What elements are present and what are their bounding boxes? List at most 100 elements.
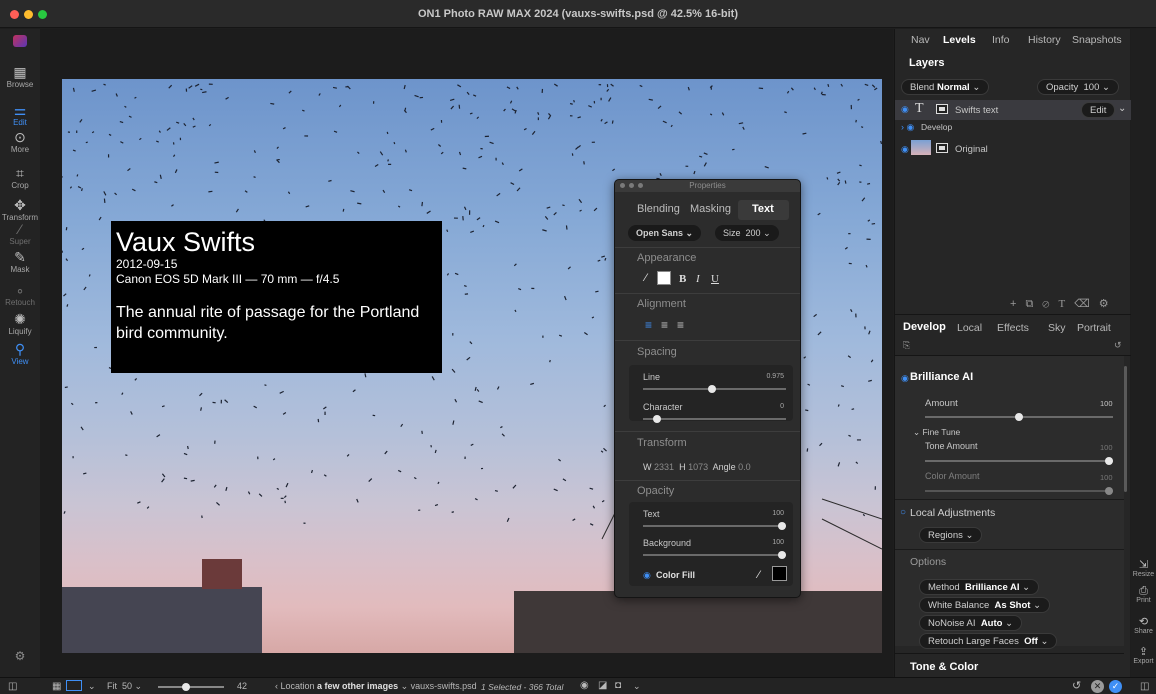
tab-develop[interactable]: Develop xyxy=(903,321,946,333)
mask-layer-icon[interactable]: ⊘ xyxy=(1042,298,1058,310)
text-opacity-knob[interactable] xyxy=(778,522,786,530)
font-dropdown[interactable]: Open Sans ⌄ xyxy=(628,225,702,241)
undo-icon[interactable]: ↺ xyxy=(1072,679,1081,692)
fill-color-swatch[interactable] xyxy=(772,566,787,581)
output-resize-button[interactable]: ⇲ Resize xyxy=(1131,559,1156,578)
regions-dropdown[interactable]: Regions ⌄ xyxy=(919,527,983,543)
view-mode-chevron-icon[interactable]: ⌄ xyxy=(88,681,96,692)
nonoise-dropdown[interactable]: NoNoise AI Auto ⌄ xyxy=(919,615,1023,631)
align-right-icon[interactable]: ≡ xyxy=(677,318,684,332)
retouch-faces-dropdown[interactable]: Retouch Large Faces Off ⌄ xyxy=(919,633,1058,649)
tone-amount-knob[interactable] xyxy=(1105,457,1113,465)
tab-local[interactable]: Local xyxy=(957,322,982,334)
plugin-icon[interactable]: ⚙ xyxy=(0,649,40,663)
tool-view[interactable]: ⚲ View xyxy=(0,342,40,367)
mask-view-icon[interactable]: ◘ xyxy=(615,680,621,691)
tool-more[interactable]: ⊙ More xyxy=(0,130,40,155)
cancel-icon[interactable]: ✕ xyxy=(1091,680,1104,693)
eyedropper-icon[interactable]: ⁄ xyxy=(645,272,647,284)
fill-eyedropper-icon[interactable]: ⁄ xyxy=(758,569,760,581)
output-export-button[interactable]: ⇪ Export xyxy=(1131,646,1156,665)
color-amount-slider[interactable] xyxy=(925,487,1113,495)
properties-panel[interactable]: Properties Blending Masking Text Open Sa… xyxy=(614,179,801,598)
output-print-button[interactable]: ⎙ Print xyxy=(1131,585,1156,604)
layer-edit-button[interactable]: Edit xyxy=(1081,102,1116,118)
copy-layer-icon[interactable]: ⧉ xyxy=(1025,298,1042,310)
blend-dropdown[interactable]: Blend Normal ⌄ xyxy=(901,79,990,95)
color-fill-radio-icon[interactable]: ◉ xyxy=(643,570,651,581)
properties-header[interactable]: Properties xyxy=(615,180,800,192)
background-opacity-knob[interactable] xyxy=(778,551,786,559)
color-amount-knob[interactable] xyxy=(1105,487,1113,495)
compare-icon[interactable]: ◪ xyxy=(598,680,607,691)
line-slider-knob[interactable] xyxy=(707,385,716,393)
tool-super[interactable]: ⁄ Super xyxy=(0,222,40,247)
text-color-swatch[interactable] xyxy=(657,271,671,285)
fit-dropdown[interactable]: Fit 50 ⌄ xyxy=(107,681,142,692)
single-view-icon[interactable] xyxy=(66,680,82,691)
size-dropdown[interactable]: Size 200 ⌄ xyxy=(715,225,779,241)
text-overlay[interactable]: Vaux Swifts 2012-09-15 Canon EOS 5D Mark… xyxy=(111,221,442,373)
layer-row-original[interactable]: ◉ Original xyxy=(895,138,1131,160)
tab-levels[interactable]: Levels xyxy=(943,34,976,46)
add-text-icon[interactable]: T xyxy=(1058,298,1074,310)
tool-retouch[interactable]: ∘ Retouch xyxy=(0,283,40,308)
layer-row-text[interactable]: ◉ T Swifts text Edit ⌄ xyxy=(895,100,1131,120)
fine-tune-toggle[interactable]: ⌄ Fine Tune xyxy=(913,427,960,438)
tab-snapshots[interactable]: Snapshots xyxy=(1072,34,1122,46)
tool-edit[interactable]: ⚌ Edit xyxy=(0,103,40,128)
tab-text[interactable]: Text xyxy=(752,203,774,215)
preview-eye-icon[interactable]: ◉ xyxy=(580,680,589,691)
preset-icon[interactable]: ⎘ xyxy=(903,340,910,351)
tool-liquify[interactable]: ✺ Liquify xyxy=(0,312,40,337)
tab-effects[interactable]: Effects xyxy=(997,322,1029,334)
thumbnail-size-knob[interactable] xyxy=(181,683,190,691)
mask-view-chevron-icon[interactable]: ⌄ xyxy=(633,681,641,692)
text-opacity-slider[interactable] xyxy=(643,522,786,530)
panel-toggle-icon[interactable]: ◫ xyxy=(8,681,17,692)
layer-row-develop[interactable]: › ◉ Develop xyxy=(895,121,1131,136)
grid-view-icon[interactable]: ▦ xyxy=(52,681,61,692)
right-panel-toggle-icon[interactable]: ◫ xyxy=(1140,681,1149,692)
chevron-down-icon[interactable]: ⌄ xyxy=(1118,103,1126,114)
visibility-icon[interactable]: ◉ xyxy=(901,104,909,115)
layer-menu-icon[interactable]: ⚙ xyxy=(1099,298,1118,310)
align-left-icon[interactable]: ≡ xyxy=(645,318,652,332)
tool-transform[interactable]: ✥ Transform xyxy=(0,198,40,223)
output-share-button[interactable]: ⟲ Share xyxy=(1131,616,1156,635)
method-dropdown[interactable]: Method Brilliance AI ⌄ xyxy=(919,579,1040,595)
amount-slider[interactable] xyxy=(925,413,1113,421)
thumbnail-size-slider[interactable] xyxy=(158,683,224,691)
tab-portrait[interactable]: Portrait xyxy=(1077,322,1111,334)
line-slider[interactable] xyxy=(643,385,786,393)
character-slider-knob[interactable] xyxy=(653,415,662,423)
location-breadcrumb[interactable]: ‹ Location a few other images ⌄ vauxs-sw… xyxy=(275,681,477,692)
tone-amount-slider[interactable] xyxy=(925,457,1113,465)
tone-color-title[interactable]: Tone & Color xyxy=(910,661,978,673)
brilliance-toggle-icon[interactable]: ◉ xyxy=(901,373,909,384)
bold-button[interactable]: B xyxy=(679,273,686,285)
panel-scrollbar[interactable] xyxy=(1124,366,1127,492)
delete-layer-icon[interactable]: ⌫ xyxy=(1074,298,1099,310)
underline-button[interactable]: U xyxy=(711,273,719,285)
expand-chevron-icon[interactable]: › ◉ xyxy=(901,122,914,133)
local-adjustments-toggle-icon[interactable]: ○ xyxy=(900,507,906,518)
apply-icon[interactable]: ✓ xyxy=(1109,680,1122,693)
tab-nav[interactable]: Nav xyxy=(911,34,930,46)
tab-history[interactable]: History xyxy=(1028,34,1061,46)
tab-sky[interactable]: Sky xyxy=(1048,322,1066,334)
add-layer-icon[interactable]: + xyxy=(1010,298,1025,310)
white-balance-dropdown[interactable]: White Balance As Shot ⌄ xyxy=(919,597,1051,613)
italic-button[interactable]: I xyxy=(696,273,700,285)
align-center-icon[interactable]: ≡ xyxy=(661,318,668,332)
character-slider[interactable] xyxy=(643,415,786,423)
tab-info[interactable]: Info xyxy=(992,34,1010,46)
background-opacity-slider[interactable] xyxy=(643,551,786,559)
visibility-icon[interactable]: ◉ xyxy=(901,144,909,155)
tab-masking[interactable]: Masking xyxy=(690,203,731,215)
reset-icon[interactable]: ↺ xyxy=(1114,340,1122,351)
tool-mask[interactable]: ✎ Mask xyxy=(0,250,40,275)
amount-slider-knob[interactable] xyxy=(1015,413,1023,421)
tab-blending[interactable]: Blending xyxy=(637,203,680,215)
tool-crop[interactable]: ⌗ Crop xyxy=(0,166,40,191)
